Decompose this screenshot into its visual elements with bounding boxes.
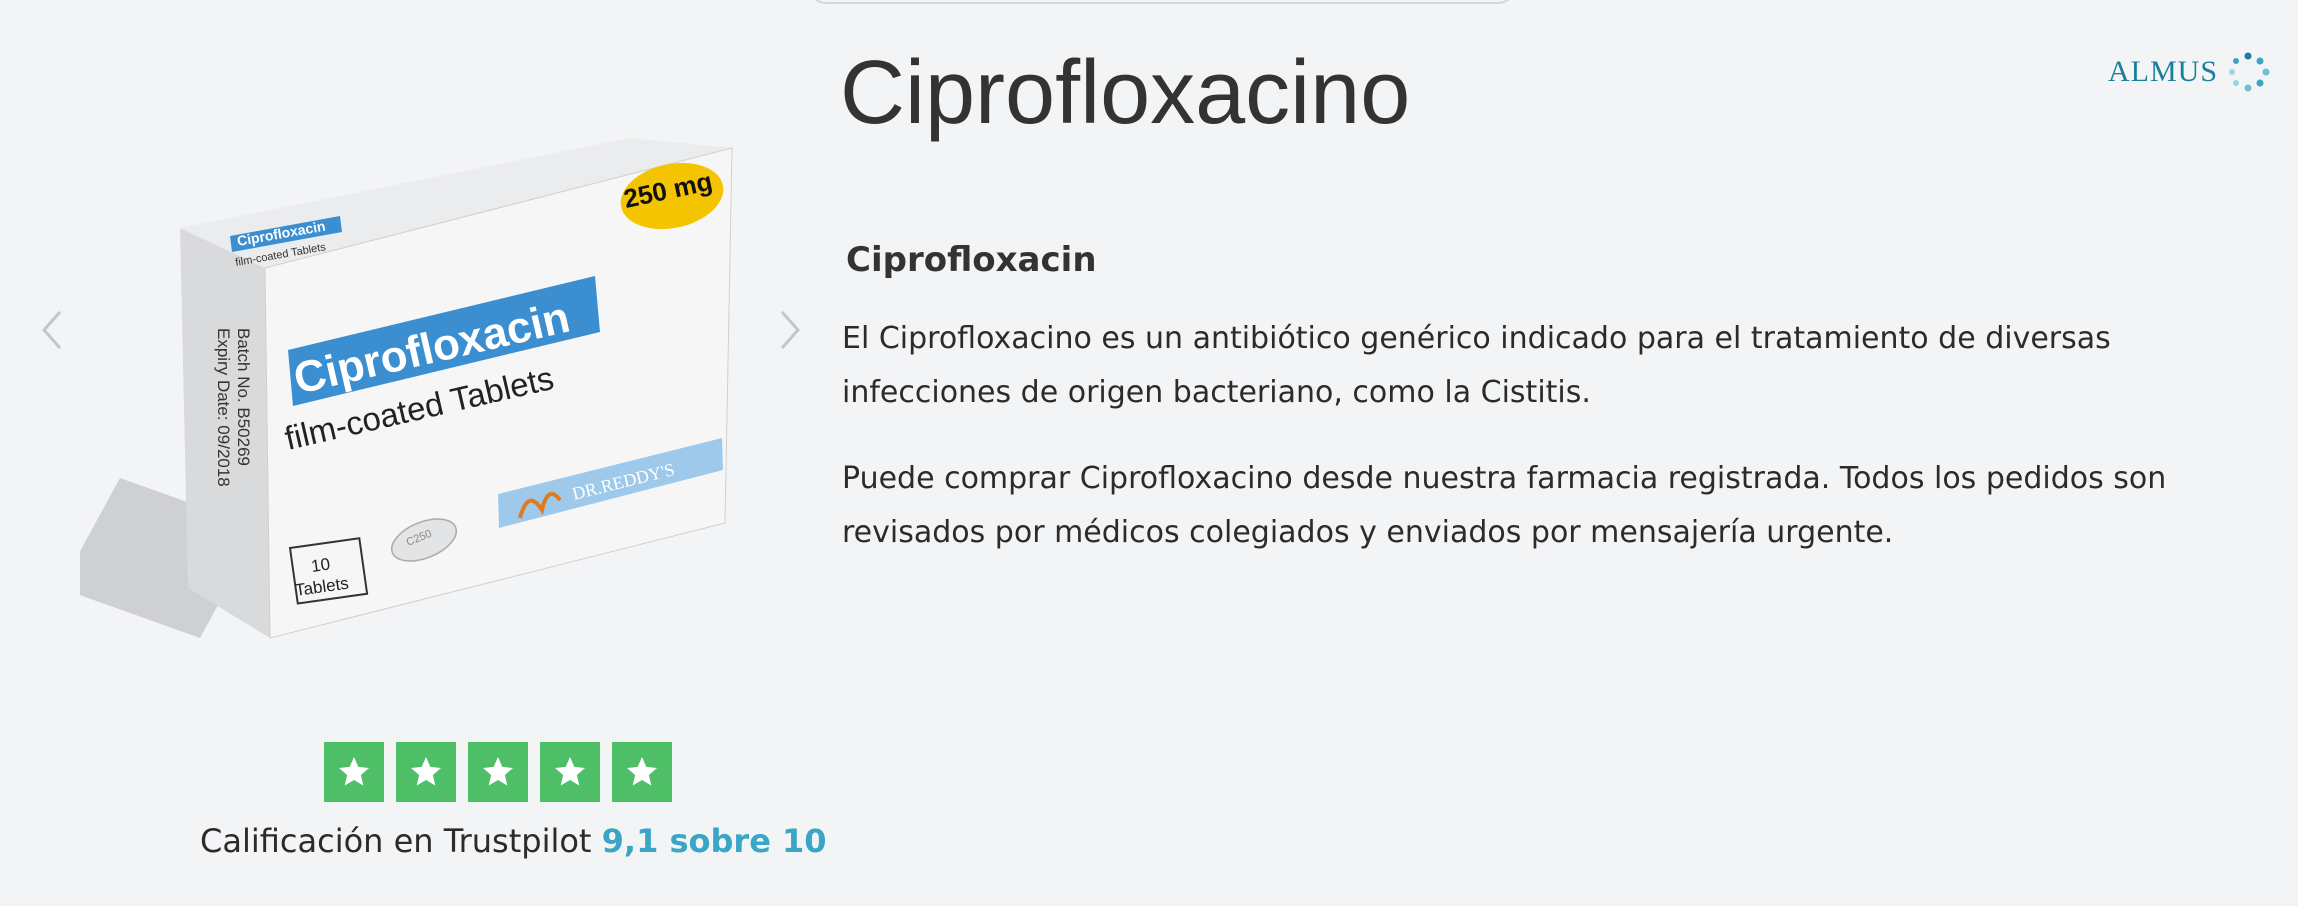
purchase-info: Puede comprar Ciprofloxacino desde nuest… (842, 461, 2167, 550)
brand-logo: ALMUS (2108, 52, 2272, 92)
product-description: El Ciprofloxacino es un antibiótico gené… (842, 321, 2111, 410)
star-icon (612, 742, 672, 802)
chevron-left-icon (41, 311, 62, 349)
rating-text: Calificación en Trustpilot 9,1 sobre 10 (200, 822, 840, 860)
top-tab (808, 0, 1516, 4)
rating-stars (324, 742, 840, 802)
page-title: Ciprofloxacino (840, 43, 1411, 143)
dots-icon (2229, 52, 2270, 92)
batch-number: Batch No. B50269 (234, 328, 253, 466)
brand-name: ALMUS (2108, 55, 2219, 88)
carousel-prev-button[interactable] (34, 305, 70, 355)
tablet-count: 10 (310, 555, 331, 576)
product-image: Ciprofloxacin film-coated Tablets 250 mg… (60, 118, 760, 678)
star-icon (540, 742, 600, 802)
star-icon (468, 742, 528, 802)
expiry-date: Expiry Date: 09/2018 (214, 328, 233, 487)
trustpilot-rating: Calificación en Trustpilot 9,1 sobre 10 (200, 742, 840, 860)
rating-label: Calificación en Trustpilot (200, 822, 592, 860)
star-icon (324, 742, 384, 802)
product-subtitle: Ciprofloxacin (846, 240, 1097, 280)
chevron-right-icon (780, 311, 801, 349)
medicine-box-illustration: Ciprofloxacin film-coated Tablets 250 mg… (60, 138, 733, 639)
carousel-next-button[interactable] (772, 305, 808, 355)
star-icon (396, 742, 456, 802)
rating-score[interactable]: 9,1 sobre 10 (602, 822, 827, 860)
